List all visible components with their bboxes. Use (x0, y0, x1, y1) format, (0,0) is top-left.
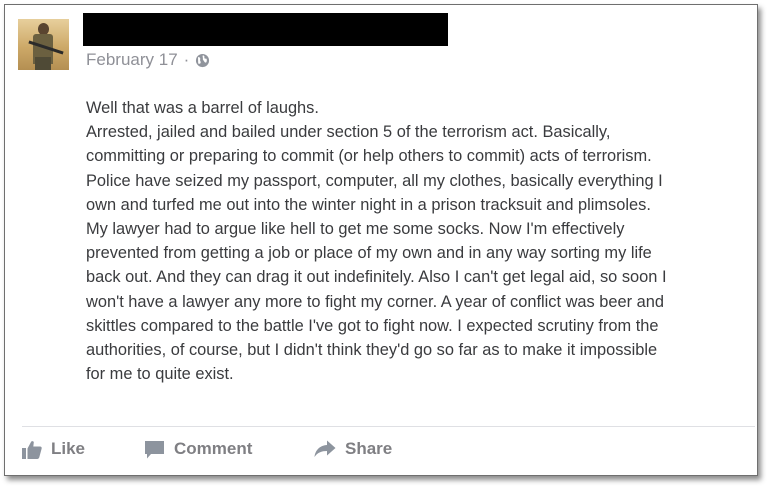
post-text-line: for me to quite exist. (86, 365, 234, 384)
post-text: Well that was a barrel of laughs. Arrest… (86, 96, 751, 386)
share-button[interactable]: Share (314, 439, 392, 459)
post-text-line: won't have a lawyer any more to fight my… (86, 292, 665, 311)
like-button[interactable]: Like (22, 439, 144, 459)
thumbs-up-icon (22, 440, 42, 459)
post-actions-bar: Like Comment Share (22, 439, 392, 459)
avatar[interactable] (18, 19, 69, 70)
post-text-line: committing or preparing to commit (or he… (86, 147, 652, 166)
comment-icon (145, 440, 164, 458)
comment-button[interactable]: Comment (144, 439, 314, 459)
post-text-line: Well that was a barrel of laughs. (86, 99, 319, 117)
post-text-line: Arrested, jailed and bailed under sectio… (86, 123, 611, 142)
meta-separator: · (183, 50, 190, 69)
post-meta: February 17 · (86, 50, 210, 70)
actions-divider (22, 426, 755, 427)
post-card: February 17 · Well that was a barrel of … (4, 4, 758, 476)
share-arrow-icon (314, 440, 336, 457)
share-label: Share (345, 439, 393, 458)
post-text-line: prevented from getting a job or place of… (86, 244, 652, 263)
like-label: Like (51, 439, 86, 458)
post-date[interactable]: February 17 (86, 50, 178, 70)
globe-icon[interactable] (195, 53, 210, 68)
author-name-redacted (83, 13, 448, 46)
avatar-figure-legs (35, 57, 51, 70)
post-text-line: Police have seized my passport, computer… (86, 171, 663, 190)
comment-label: Comment (174, 439, 253, 458)
post-text-line: My lawyer had to argue like hell to get … (86, 220, 625, 239)
post-text-line: back out. And they can drag it out indef… (86, 268, 667, 287)
post-text-line: authorities, of course, but I didn't thi… (86, 341, 658, 360)
post-text-line: skittles compared to the battle I've got… (86, 316, 659, 335)
post-text-line: own and turfed me out into the winter ni… (86, 195, 651, 214)
